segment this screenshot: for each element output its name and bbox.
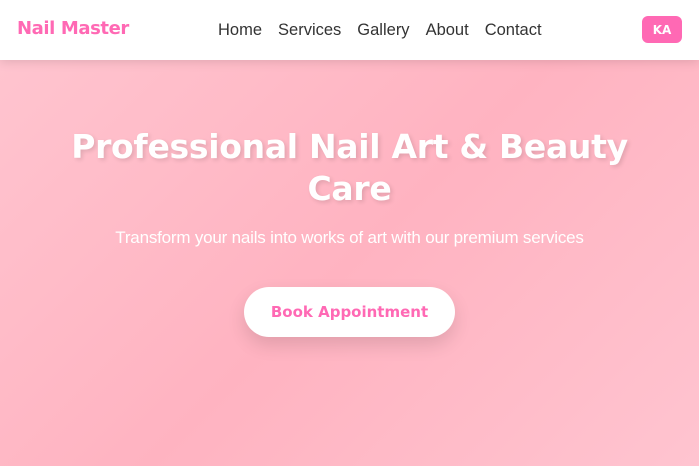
hero-section: Professional Nail Art & Beauty Care Tran… bbox=[0, 60, 699, 466]
hero-title: Professional Nail Art & Beauty Care bbox=[71, 127, 628, 208]
nav-link-contact[interactable]: Contact bbox=[485, 21, 542, 39]
nav-link-gallery[interactable]: Gallery bbox=[357, 21, 409, 39]
brand-logo[interactable]: Nail Master bbox=[17, 0, 129, 60]
nav-link-about[interactable]: About bbox=[426, 21, 469, 39]
nav-links: Home Services Gallery About Contact bbox=[218, 0, 542, 60]
book-appointment-button[interactable]: Book Appointment bbox=[244, 287, 455, 337]
nav-link-services[interactable]: Services bbox=[278, 21, 341, 39]
navbar: Nail Master Home Services Gallery About … bbox=[0, 0, 699, 60]
user-avatar[interactable]: KA bbox=[642, 16, 682, 43]
hero-subtitle: Transform your nails into works of art w… bbox=[115, 228, 584, 247]
nav-link-home[interactable]: Home bbox=[218, 21, 262, 39]
